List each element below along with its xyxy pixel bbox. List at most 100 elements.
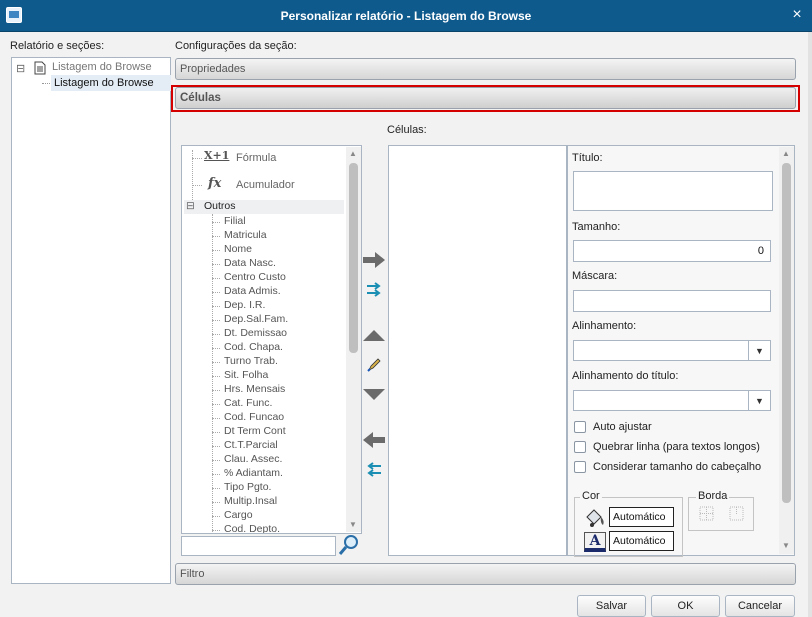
tree-connector	[212, 530, 220, 531]
auto-fit-checkbox[interactable]	[574, 421, 586, 433]
header-size-label: Considerar tamanho do cabeçalho	[593, 461, 762, 473]
field-accumulator[interactable]: Acumulador	[236, 179, 295, 191]
move-down-button[interactable]	[361, 384, 387, 406]
mask-input[interactable]	[573, 290, 771, 312]
field-item[interactable]: Dt Term Cont	[224, 425, 286, 437]
chevron-down-icon[interactable]: ▼	[748, 341, 770, 361]
field-item[interactable]: Clau. Assec.	[224, 453, 282, 465]
field-item[interactable]: Data Admis.	[224, 285, 281, 297]
tree-connector	[212, 222, 220, 223]
tree-connector	[212, 250, 220, 251]
field-item[interactable]: Filial	[224, 215, 246, 227]
scroll-thumb[interactable]	[349, 163, 358, 353]
tree-connector	[212, 320, 220, 321]
field-item[interactable]: Dt. Demissao	[224, 327, 287, 339]
font-color-icon[interactable]: A	[584, 532, 606, 552]
swap-right-icon	[367, 282, 381, 297]
tree-connector	[212, 404, 220, 405]
section-filter[interactable]: Filtro	[175, 563, 796, 585]
scroll-down-icon[interactable]: ▼	[782, 541, 790, 550]
save-button[interactable]: Salvar	[577, 595, 646, 617]
wrap-text-checkbox[interactable]	[574, 441, 586, 453]
mask-label: Máscara:	[572, 270, 618, 282]
group-expander-icon[interactable]: ⊟	[186, 200, 195, 212]
size-input[interactable]: 0	[573, 240, 771, 262]
tree-connector	[212, 390, 220, 391]
edit-button[interactable]	[361, 354, 387, 376]
cancel-button[interactable]: Cancelar	[725, 595, 795, 617]
move-up-button[interactable]	[361, 324, 387, 346]
field-item[interactable]: Sit. Folha	[224, 369, 268, 381]
font-color-value[interactable]: Automático	[609, 531, 674, 551]
field-item[interactable]: Dep. I.R.	[224, 299, 265, 311]
tree-connector	[212, 432, 220, 433]
tree-expander-icon[interactable]: ⊟	[16, 62, 25, 75]
field-search-input[interactable]	[181, 536, 336, 556]
section-cells[interactable]: Células	[175, 87, 796, 109]
fields-scrollbar[interactable]: ▲ ▼	[346, 147, 361, 532]
search-icon[interactable]	[337, 533, 361, 557]
scroll-up-icon[interactable]: ▲	[782, 149, 790, 158]
field-item[interactable]: Hrs. Mensais	[224, 383, 285, 395]
tree-connector	[212, 334, 220, 335]
add-cell-button[interactable]	[361, 249, 387, 271]
align-select[interactable]: ▼	[573, 340, 771, 361]
window-title: Personalizar relatório - Listagem do Bro…	[280, 9, 532, 23]
fields-tree: X+1 Fórmula fx Acumulador ⊟ Outros Filia…	[181, 145, 362, 534]
field-item[interactable]: Multip.Insal	[224, 495, 277, 507]
remove-cell-button[interactable]	[361, 429, 387, 451]
field-item[interactable]: Matricula	[224, 229, 267, 241]
scroll-up-icon[interactable]: ▲	[349, 149, 357, 158]
group-outros[interactable]: Outros	[204, 200, 236, 212]
field-item[interactable]: Turno Trab.	[224, 355, 278, 367]
border-all-icon[interactable]	[699, 506, 715, 522]
title-align-select[interactable]: ▼	[573, 390, 771, 411]
dialog-body: Relatório e seções: ⊟ Listagem do Browse…	[0, 32, 812, 617]
field-item[interactable]: Dep.Sal.Fam.	[224, 313, 288, 325]
field-item[interactable]: Nome	[224, 243, 252, 255]
sections-tree: ⊟ Listagem do Browse Listagem do Browse	[11, 57, 171, 584]
header-size-checkbox[interactable]	[574, 461, 586, 473]
field-item[interactable]: Cod. Depto.	[224, 523, 280, 533]
fill-color-value[interactable]: Automático	[609, 507, 674, 527]
tree-item-section[interactable]: Listagem do Browse	[54, 77, 154, 89]
properties-scrollbar[interactable]: ▲ ▼	[779, 147, 794, 554]
tree-connector	[212, 502, 220, 503]
triangle-down-icon	[363, 389, 385, 400]
field-item[interactable]: Ct.T.Parcial	[224, 439, 278, 451]
fill-color-icon[interactable]	[584, 508, 606, 528]
remove-all-button[interactable]	[361, 459, 387, 481]
close-icon[interactable]: ×	[788, 6, 806, 24]
scroll-thumb[interactable]	[782, 163, 791, 503]
field-item[interactable]: % Adiantam.	[224, 467, 283, 479]
field-item[interactable]: Cargo	[224, 509, 253, 521]
tree-item-report[interactable]: Listagem do Browse	[52, 61, 152, 73]
field-formula[interactable]: Fórmula	[236, 152, 276, 164]
color-group-label: Cor	[580, 490, 602, 502]
pencil-icon	[367, 358, 381, 372]
ok-button[interactable]: OK	[651, 595, 720, 617]
field-item[interactable]: Data Nasc.	[224, 257, 276, 269]
title-input[interactable]	[573, 171, 773, 211]
chevron-down-icon[interactable]: ▼	[748, 391, 770, 411]
title-label: Título:	[572, 152, 603, 164]
field-item[interactable]: Cod. Chapa.	[224, 341, 283, 353]
field-item[interactable]: Cat. Func.	[224, 397, 272, 409]
tree-connector	[212, 474, 220, 475]
arrow-right-icon	[363, 252, 385, 268]
border-outer-icon[interactable]	[729, 506, 745, 522]
accumulator-icon: fx	[208, 176, 222, 191]
tree-connector	[212, 306, 220, 307]
cells-label: Células:	[387, 124, 427, 136]
cells-list[interactable]	[388, 145, 567, 556]
document-icon	[34, 61, 46, 75]
field-item[interactable]: Tipo Pgto.	[224, 481, 271, 493]
properties-panel: Título: Tamanho: 0 Máscara: Alinhamento:…	[567, 145, 795, 557]
tree-connector	[212, 292, 220, 293]
scroll-down-icon[interactable]: ▼	[349, 520, 357, 529]
field-item[interactable]: Cod. Funcao	[224, 411, 284, 423]
tree-connector	[212, 236, 220, 237]
section-properties[interactable]: Propriedades	[175, 58, 796, 80]
add-all-button[interactable]	[361, 279, 387, 301]
field-item[interactable]: Centro Custo	[224, 271, 286, 283]
